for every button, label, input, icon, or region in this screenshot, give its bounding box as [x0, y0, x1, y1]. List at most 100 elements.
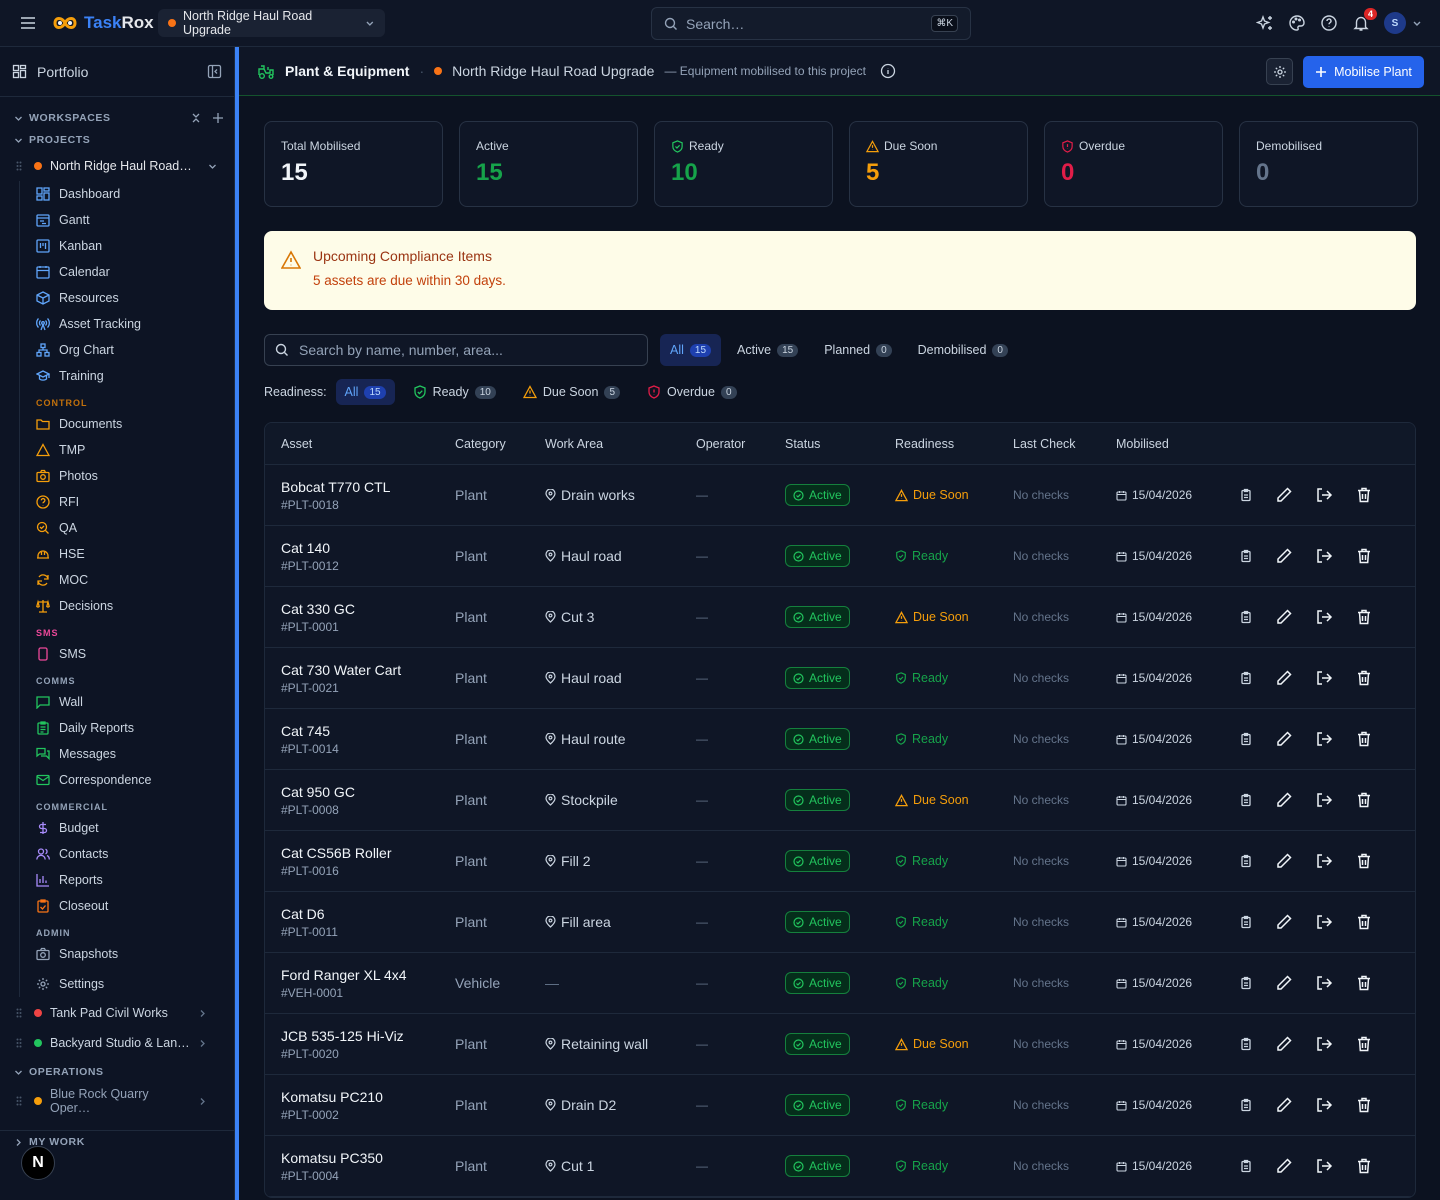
demobilise-exit-icon[interactable]	[1315, 913, 1333, 931]
demobilise-exit-icon[interactable]	[1315, 1035, 1333, 1053]
clipboard-icon[interactable]	[1239, 671, 1253, 685]
trash-icon[interactable]	[1355, 608, 1373, 626]
sidebar-item-photos[interactable]: Photos	[1, 463, 234, 489]
edit-pencil-icon[interactable]	[1275, 1035, 1293, 1053]
asset-name[interactable]: Cat D6	[281, 906, 455, 922]
table-row[interactable]: Cat 950 GC #PLT-0008 Plant Stockpile — A…	[265, 770, 1415, 831]
edit-pencil-icon[interactable]	[1275, 608, 1293, 626]
menu-icon[interactable]	[19, 14, 37, 32]
sidebar-item-wall[interactable]: Wall	[1, 689, 234, 715]
drag-handle-icon[interactable]	[16, 1008, 22, 1018]
sidebar-project-backyard[interactable]: Backyard Studio & Lan…	[0, 1028, 234, 1058]
clipboard-icon[interactable]	[1239, 915, 1253, 929]
assistant-button[interactable]: N	[21, 1146, 55, 1180]
page-settings-button[interactable]	[1266, 58, 1293, 85]
table-row[interactable]: Cat 140 #PLT-0012 Plant Haul road — Acti…	[265, 526, 1415, 587]
tab-active[interactable]: Active 15	[727, 334, 808, 366]
trash-icon[interactable]	[1355, 852, 1373, 870]
sidebar-item-messages[interactable]: Messages	[1, 741, 234, 767]
add-icon[interactable]	[212, 112, 224, 124]
drag-handle-icon[interactable]	[16, 1096, 22, 1106]
table-row[interactable]: JCB 535-125 Hi-Viz #PLT-0020 Plant Retai…	[265, 1014, 1415, 1075]
sidebar-item-tmp[interactable]: TMP	[1, 437, 234, 463]
table-row[interactable]: Ford Ranger XL 4x4 #VEH-0001 Vehicle — —…	[265, 953, 1415, 1014]
sidebar-item-resources[interactable]: Resources	[1, 285, 234, 311]
sidebar-item-qa[interactable]: QA	[1, 515, 234, 541]
demobilise-exit-icon[interactable]	[1315, 730, 1333, 748]
trash-icon[interactable]	[1355, 669, 1373, 687]
trash-icon[interactable]	[1355, 486, 1373, 504]
clipboard-icon[interactable]	[1239, 549, 1253, 563]
clipboard-icon[interactable]	[1239, 1159, 1253, 1173]
trash-icon[interactable]	[1355, 1096, 1373, 1114]
edit-pencil-icon[interactable]	[1275, 730, 1293, 748]
drag-handle-icon[interactable]	[16, 1038, 22, 1048]
clipboard-icon[interactable]	[1239, 732, 1253, 746]
trash-icon[interactable]	[1355, 913, 1373, 931]
sidebar-item-org-chart[interactable]: Org Chart	[1, 337, 234, 363]
sidebar-item-daily-reports[interactable]: Daily Reports	[1, 715, 234, 741]
trash-icon[interactable]	[1355, 547, 1373, 565]
trash-icon[interactable]	[1355, 730, 1373, 748]
trash-icon[interactable]	[1355, 791, 1373, 809]
trash-icon[interactable]	[1355, 974, 1373, 992]
sparkles-icon[interactable]	[1256, 14, 1274, 32]
asset-name[interactable]: JCB 535-125 Hi-Viz	[281, 1028, 455, 1044]
demobilise-exit-icon[interactable]	[1315, 852, 1333, 870]
projects-section[interactable]: PROJECTS	[0, 129, 234, 151]
sidebar-item-snapshots[interactable]: Snapshots	[1, 941, 234, 967]
demobilise-exit-icon[interactable]	[1315, 791, 1333, 809]
sidebar-item-closeout[interactable]: Closeout	[1, 893, 234, 919]
table-row[interactable]: Komatsu PC350 #PLT-0004 Plant Cut 1 — Ac…	[265, 1136, 1415, 1197]
asset-name[interactable]: Komatsu PC350	[281, 1150, 455, 1166]
column-header-mobilised[interactable]: Mobilised	[1116, 437, 1234, 451]
edit-pencil-icon[interactable]	[1275, 486, 1293, 504]
table-row[interactable]: Cat D6 #PLT-0011 Plant Fill area — Activ…	[265, 892, 1415, 953]
sidebar-item-moc[interactable]: MOC	[1, 567, 234, 593]
sidebar-item-calendar[interactable]: Calendar	[1, 259, 234, 285]
sidebar-item-contacts[interactable]: Contacts	[1, 841, 234, 867]
sidebar-project-tank-pad[interactable]: Tank Pad Civil Works	[0, 998, 234, 1028]
asset-name[interactable]: Cat CS56B Roller	[281, 845, 455, 861]
readiness-all[interactable]: All 15	[335, 379, 395, 405]
asset-name[interactable]: Cat 950 GC	[281, 784, 455, 800]
column-header-readiness[interactable]: Readiness	[895, 437, 1013, 451]
edit-pencil-icon[interactable]	[1275, 974, 1293, 992]
sidebar-item-asset-tracking[interactable]: Asset Tracking	[1, 311, 234, 337]
demobilise-exit-icon[interactable]	[1315, 1157, 1333, 1175]
asset-name[interactable]: Komatsu PC210	[281, 1089, 455, 1105]
edit-pencil-icon[interactable]	[1275, 852, 1293, 870]
column-header-operator[interactable]: Operator	[696, 437, 785, 451]
column-header-category[interactable]: Category	[455, 437, 545, 451]
clipboard-icon[interactable]	[1239, 1098, 1253, 1112]
drag-handle-icon[interactable]	[16, 161, 22, 171]
collapse-all-icon[interactable]	[190, 112, 202, 124]
notifications-button[interactable]: 4	[1352, 8, 1377, 32]
workspaces-section[interactable]: WORKSPACES	[0, 107, 234, 129]
table-row[interactable]: Cat CS56B Roller #PLT-0016 Plant Fill 2 …	[265, 831, 1415, 892]
help-icon[interactable]	[1320, 14, 1338, 32]
sidebar-item-documents[interactable]: Documents	[1, 411, 234, 437]
edit-pencil-icon[interactable]	[1275, 913, 1293, 931]
app-logo[interactable]: TaskRox	[52, 11, 154, 35]
sidebar-item-settings[interactable]: Settings	[1, 971, 234, 997]
sidebar-item-budget[interactable]: Budget	[1, 815, 234, 841]
palette-icon[interactable]	[1288, 14, 1306, 32]
column-header-status[interactable]: Status	[785, 437, 895, 451]
global-search[interactable]: Search… ⌘K	[651, 7, 971, 40]
clipboard-icon[interactable]	[1239, 976, 1253, 990]
sidebar-item-kanban[interactable]: Kanban	[1, 233, 234, 259]
edit-pencil-icon[interactable]	[1275, 1157, 1293, 1175]
readiness-overdue[interactable]: Overdue 0	[638, 379, 746, 405]
asset-name[interactable]: Cat 730 Water Cart	[281, 662, 455, 678]
clipboard-icon[interactable]	[1239, 610, 1253, 624]
sidebar-item-gantt[interactable]: Gantt	[1, 207, 234, 233]
info-icon[interactable]	[880, 63, 896, 79]
tab-demobilised[interactable]: Demobilised 0	[908, 334, 1018, 366]
clipboard-icon[interactable]	[1239, 488, 1253, 502]
tab-all[interactable]: All 15	[660, 334, 722, 366]
table-row[interactable]: Cat 745 #PLT-0014 Plant Haul route — Act…	[265, 709, 1415, 770]
trash-icon[interactable]	[1355, 1157, 1373, 1175]
column-header-last-check[interactable]: Last Check	[1013, 437, 1116, 451]
asset-name[interactable]: Cat 745	[281, 723, 455, 739]
